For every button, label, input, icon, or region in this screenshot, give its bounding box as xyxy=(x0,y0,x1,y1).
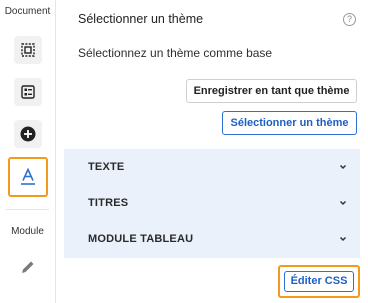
theme-panel: Sélectionner un thème ? Sélectionnez un … xyxy=(56,0,368,303)
panel-subtitle: Sélectionnez un thème comme base xyxy=(78,46,273,60)
select-frame-icon xyxy=(21,43,35,57)
rail-heading-module: Module xyxy=(11,226,44,237)
rail-button-text-style[interactable] xyxy=(8,157,48,197)
chevron-down-icon xyxy=(338,162,348,172)
section-label: TITRES xyxy=(88,197,129,209)
left-rail: Document Module xyxy=(0,0,55,303)
edit-css-highlight: Éditer CSS xyxy=(278,265,360,298)
section-label: TEXTE xyxy=(88,161,125,173)
pencil-icon xyxy=(20,259,36,275)
panel-title: Sélectionner un thème xyxy=(78,12,204,26)
rail-button-edit[interactable] xyxy=(14,253,42,281)
select-theme-button[interactable]: Sélectionner un thème xyxy=(222,111,357,135)
text-style-icon xyxy=(20,168,36,186)
chevron-down-icon xyxy=(338,198,348,208)
rail-button-add[interactable] xyxy=(14,120,42,148)
rail-separator xyxy=(6,209,49,210)
rail-button-select[interactable] xyxy=(14,36,42,64)
add-circle-icon xyxy=(20,126,36,142)
save-as-theme-button[interactable]: Enregistrer en tant que thème xyxy=(186,79,357,103)
theme-editor: Document Module Sélectionner un thème ? … xyxy=(0,0,368,303)
section-texte[interactable]: TEXTE xyxy=(64,149,360,185)
help-icon[interactable]: ? xyxy=(343,13,356,26)
theme-sections-accordion: TEXTE TITRES MODULE TABLEAU xyxy=(64,149,360,258)
rail-button-layout[interactable] xyxy=(14,78,42,106)
layout-list-icon xyxy=(21,85,35,99)
section-module-tableau[interactable]: MODULE TABLEAU xyxy=(64,221,360,257)
edit-css-button[interactable]: Éditer CSS xyxy=(284,271,354,292)
rail-heading-document: Document xyxy=(4,6,51,17)
section-label: MODULE TABLEAU xyxy=(88,233,194,245)
chevron-down-icon xyxy=(338,234,348,244)
section-titres[interactable]: TITRES xyxy=(64,185,360,221)
